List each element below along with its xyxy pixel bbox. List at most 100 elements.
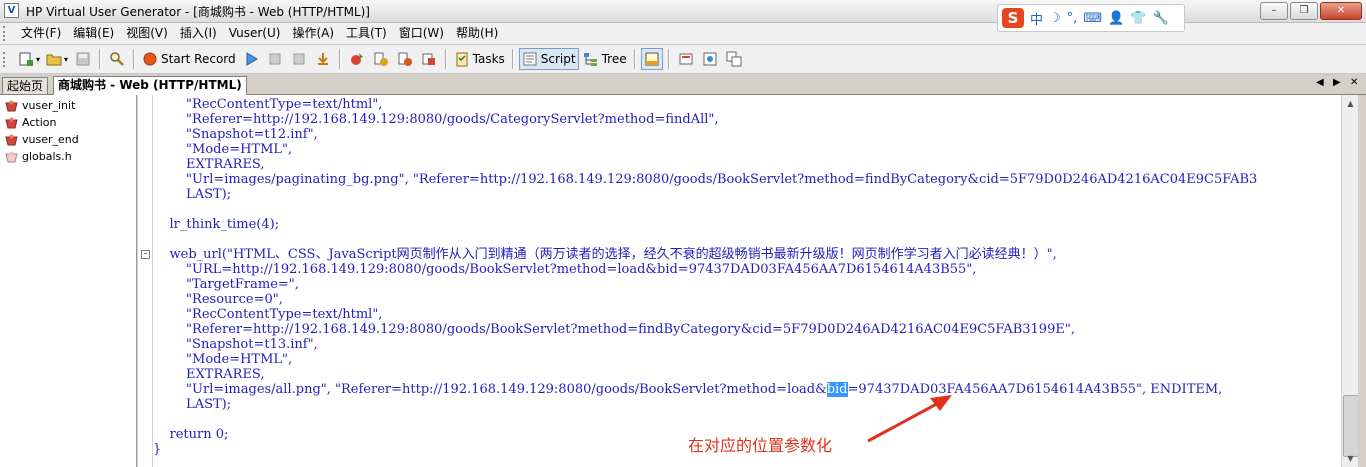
toolbar-grip[interactable] <box>3 51 9 67</box>
window-controls: – ❐ ✕ <box>1260 2 1362 20</box>
vertical-scrollbar[interactable]: ▲ ▼ <box>1341 95 1359 467</box>
vugen-app-icon: V <box>4 3 19 18</box>
toolbar-separator <box>511 49 514 69</box>
ime-halfwidth-icon[interactable]: ☽ <box>1049 11 1061 26</box>
transaction-end-icon <box>398 52 412 66</box>
tab-script[interactable]: 商城购书 - Web (HTTP/HTML) <box>53 76 247 95</box>
code-line: "TargetFrame=", <box>153 277 299 292</box>
pause-icon <box>293 53 305 65</box>
tab-close-icon[interactable]: ✕ <box>1350 77 1358 88</box>
output-pane-icon <box>645 52 659 66</box>
menu-vuser[interactable]: Vuser(U) <box>223 23 287 44</box>
save-disk-icon <box>76 52 90 66</box>
new-script-button[interactable]: ▾ <box>16 48 42 70</box>
script-view-button[interactable]: Script <box>518 48 579 70</box>
ime-punctuation-icon[interactable]: °, <box>1067 11 1078 26</box>
menu-file[interactable]: 文件(F) <box>15 23 67 44</box>
tasks-button[interactable]: Tasks <box>452 48 507 70</box>
ime-tools-icon[interactable]: 🔧 <box>1152 11 1168 26</box>
menu-window[interactable]: 窗口(W) <box>393 23 450 44</box>
scroll-up-icon[interactable]: ▲ <box>1342 95 1359 112</box>
toolbar-separator <box>133 49 136 69</box>
sogou-logo-icon[interactable]: S <box>1002 8 1024 28</box>
menu-actions[interactable]: 操作(A) <box>286 23 340 44</box>
tasks-label: Tasks <box>472 52 505 66</box>
tree-item-label: vuser_init <box>22 99 76 112</box>
window-title: HP Virtual User Generator - [商城购书 - Web … <box>26 5 370 19</box>
menu-view[interactable]: 视图(V) <box>120 23 174 44</box>
action-section-icon <box>5 100 18 111</box>
start-record-button[interactable]: Start Record <box>140 48 238 70</box>
minimize-button[interactable]: – <box>1260 2 1288 20</box>
code-line: LAST); <box>153 187 232 202</box>
save-button[interactable] <box>72 48 94 70</box>
tree-view-label: Tree <box>601 52 627 66</box>
code-line-with-selection: "Url=images/all.png", "Referer=http://19… <box>153 382 1222 397</box>
transaction-start-button[interactable] <box>370 48 392 70</box>
tree-item-action[interactable]: Action <box>5 114 56 131</box>
action-section-icon <box>5 134 18 145</box>
code-line: "Snapshot=t13.inf", <box>153 337 318 352</box>
ime-keyboard-icon[interactable]: ⌨ <box>1083 11 1102 26</box>
compare-button[interactable] <box>699 48 721 70</box>
code-line: "RecContentType=text/html", <box>153 307 383 322</box>
rendezvous-button[interactable] <box>418 48 440 70</box>
code-line: "Snapshot=t12.inf", <box>153 127 318 142</box>
transaction-end-button[interactable] <box>394 48 416 70</box>
ime-user-icon[interactable]: 👤 <box>1108 11 1124 26</box>
step-button[interactable] <box>312 48 334 70</box>
menu-help[interactable]: 帮助(H) <box>450 23 504 44</box>
toolbar-separator <box>99 49 102 69</box>
script-view-label: Script <box>540 52 576 66</box>
breakpoint-button[interactable] <box>346 48 368 70</box>
scroll-down-icon[interactable]: ▼ <box>1342 450 1359 467</box>
compare-icon <box>703 52 717 66</box>
code-editor[interactable]: "RecContentType=text/html", "Referer=htt… <box>153 95 1341 467</box>
find-button[interactable] <box>106 48 128 70</box>
toolbar-separator <box>667 49 670 69</box>
run-button[interactable] <box>240 48 262 70</box>
menu-edit[interactable]: 编辑(E) <box>67 23 120 44</box>
ime-skin-icon[interactable]: 👕 <box>1130 11 1146 26</box>
code-line: "Url=images/paginating_bg.png", "Referer… <box>153 172 1258 187</box>
ime-chinese-mode-icon[interactable]: 中 <box>1030 9 1043 28</box>
ime-toolbar[interactable]: S 中 ☽ °, ⌨ 👤 👕 🔧 <box>997 4 1185 32</box>
window-layout-button[interactable] <box>723 48 745 70</box>
step-icon <box>317 53 328 65</box>
tree-item-vuser-init[interactable]: vuser_init <box>5 97 75 114</box>
snapshot-button[interactable] <box>675 48 697 70</box>
code-text: "Url=images/all.png", "Referer=http://19… <box>153 382 827 397</box>
menu-grip[interactable] <box>3 26 9 41</box>
fold-collapse-icon[interactable]: – <box>141 250 150 259</box>
restore-button[interactable]: ❐ <box>1290 2 1318 20</box>
stop-button[interactable] <box>264 48 286 70</box>
tree-item-label: globals.h <box>22 150 72 163</box>
pause-button[interactable] <box>288 48 310 70</box>
record-icon <box>143 52 157 66</box>
tree-item-globals[interactable]: globals.h <box>5 148 72 165</box>
scroll-thumb[interactable] <box>1343 395 1359 457</box>
selected-text[interactable]: bid <box>826 382 848 397</box>
open-button[interactable]: ▾ <box>44 48 70 70</box>
stop-icon <box>269 53 281 65</box>
menu-tools[interactable]: 工具(T) <box>340 23 393 44</box>
tab-scroll-left-icon[interactable]: ◀ <box>1316 77 1324 88</box>
folder-open-icon <box>46 54 62 66</box>
code-line: "Referer=http://192.168.149.129:8080/goo… <box>153 112 719 127</box>
annotation-label: 在对应的位置参数化 <box>688 436 833 455</box>
toolbar-separator <box>444 49 447 69</box>
header-file-icon <box>5 151 18 162</box>
menu-insert[interactable]: 插入(I) <box>174 23 223 44</box>
tab-scroll-right-icon[interactable]: ▶ <box>1333 77 1341 88</box>
script-sections-tree: vuser_init Action vuser_end globals.h <box>0 95 137 467</box>
code-line: "Resource=0", <box>153 292 283 307</box>
code-line: return 0; <box>153 427 229 442</box>
code-line: "Mode=HTML", <box>153 352 293 367</box>
code-line: LAST); <box>153 397 232 412</box>
start-record-label: Start Record <box>161 52 236 66</box>
output-pane-button[interactable] <box>640 48 663 70</box>
tree-item-vuser-end[interactable]: vuser_end <box>5 131 79 148</box>
close-button[interactable]: ✕ <box>1320 2 1362 20</box>
tree-view-button[interactable]: Tree <box>581 48 629 70</box>
tab-start-page[interactable]: 起始页 <box>2 77 49 94</box>
